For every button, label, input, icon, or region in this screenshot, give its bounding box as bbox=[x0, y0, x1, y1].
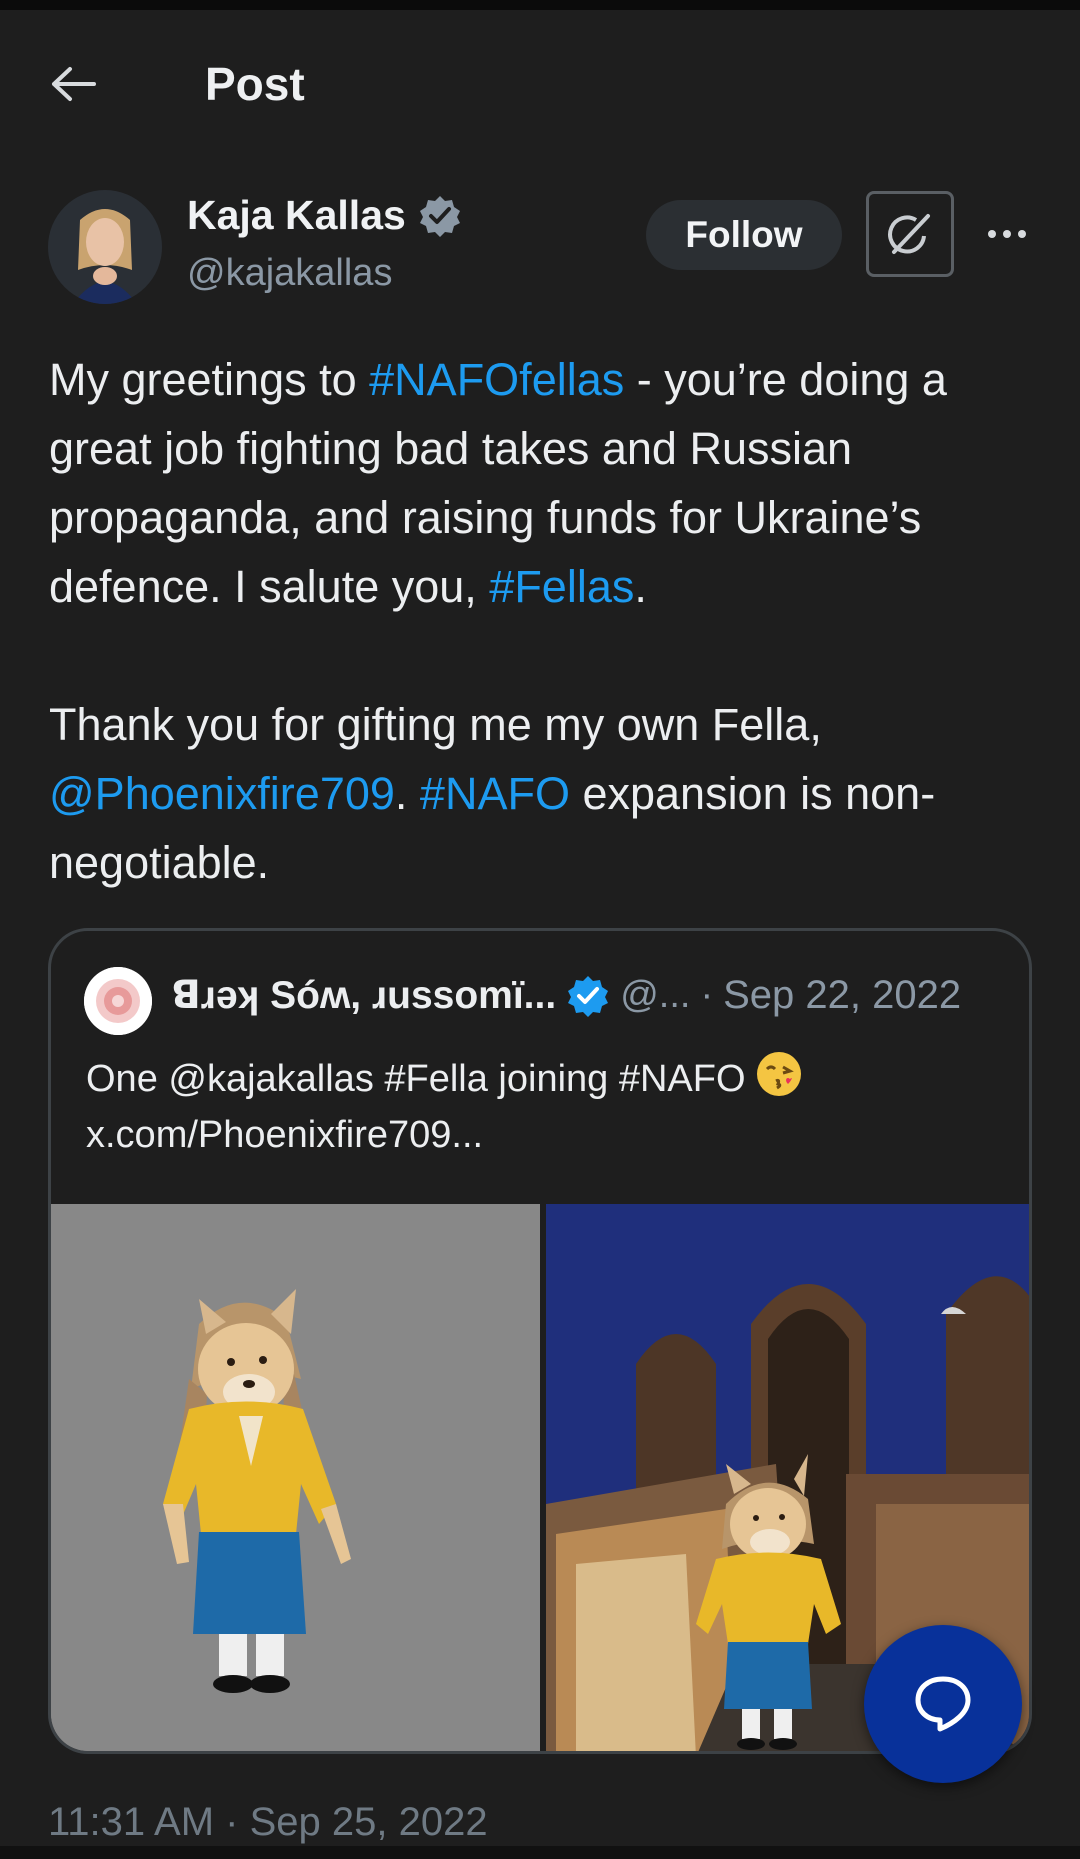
quoted-post[interactable]: ꓭɹǝʞ Sóʍ, ɹussomï... @... · Sep 22, 2022… bbox=[48, 928, 1032, 1754]
hashtag-link[interactable]: #NAFOfellas bbox=[369, 354, 624, 405]
tweet-text: My greetings to #NAFOfellas - you’re doi… bbox=[49, 345, 1039, 897]
back-button[interactable] bbox=[44, 60, 102, 108]
text-span: Thank you for gifting me my own Fella, bbox=[49, 699, 822, 750]
grok-icon bbox=[888, 214, 930, 254]
quoted-link[interactable]: x.com/Phoenixfire709... bbox=[86, 1107, 986, 1163]
header: Post bbox=[0, 10, 1080, 160]
quoted-text: One @kajakallas #Fella joining #NAFO x.c… bbox=[86, 1049, 986, 1163]
page-title: Post bbox=[205, 58, 305, 110]
hashtag-link[interactable]: #NAFO bbox=[420, 768, 570, 819]
hashtag-link[interactable]: #Fellas bbox=[489, 561, 634, 612]
quoted-author-handle: @... bbox=[620, 974, 691, 1016]
avatar[interactable] bbox=[48, 190, 162, 304]
quoted-author-name[interactable]: ꓭɹǝʞ Sóʍ, ɹussomï... bbox=[171, 973, 556, 1018]
tweet-paragraph-1: My greetings to #NAFOfellas - you’re doi… bbox=[49, 345, 1039, 621]
more-options-button[interactable] bbox=[978, 214, 1036, 254]
verified-badge-icon bbox=[419, 195, 460, 237]
mention-link[interactable]: @Phoenixfire709 bbox=[49, 768, 395, 819]
reply-fab-button[interactable] bbox=[864, 1625, 1022, 1783]
status-strip bbox=[0, 0, 1080, 10]
quoted-avatar[interactable] bbox=[84, 967, 152, 1035]
more-icon bbox=[988, 230, 1026, 238]
post-timestamp: 11:31 AM · Sep 25, 2022 bbox=[48, 1800, 488, 1844]
chat-bubble-icon bbox=[915, 1676, 971, 1732]
text-span: . bbox=[634, 561, 647, 612]
text-span: My greetings to bbox=[49, 354, 370, 405]
quoted-date: Sep 22, 2022 bbox=[723, 973, 962, 1017]
verified-badge-icon bbox=[568, 975, 609, 1017]
follow-button[interactable]: Follow bbox=[646, 200, 842, 270]
arrow-left-icon bbox=[52, 67, 96, 101]
author-handle[interactable]: @kajakallas bbox=[187, 252, 392, 295]
kissing-face-emoji-icon bbox=[756, 1052, 801, 1096]
bottom-bar bbox=[0, 1846, 1080, 1859]
author-name[interactable]: Kaja Kallas bbox=[187, 192, 406, 239]
tweet-paragraph-2: Thank you for gifting me my own Fella, @… bbox=[49, 690, 1039, 897]
media-image-1[interactable] bbox=[51, 1204, 540, 1751]
quoted-header: ꓭɹǝʞ Sóʍ, ɹussomï... @... · Sep 22, 2022 bbox=[171, 973, 961, 1018]
text-span: . bbox=[394, 768, 420, 819]
grok-button[interactable] bbox=[866, 191, 954, 277]
quoted-line-1: One @kajakallas #Fella joining #NAFO bbox=[86, 1058, 746, 1100]
separator-dot: · bbox=[700, 974, 714, 1016]
author-name-row: Kaja Kallas bbox=[187, 192, 462, 239]
